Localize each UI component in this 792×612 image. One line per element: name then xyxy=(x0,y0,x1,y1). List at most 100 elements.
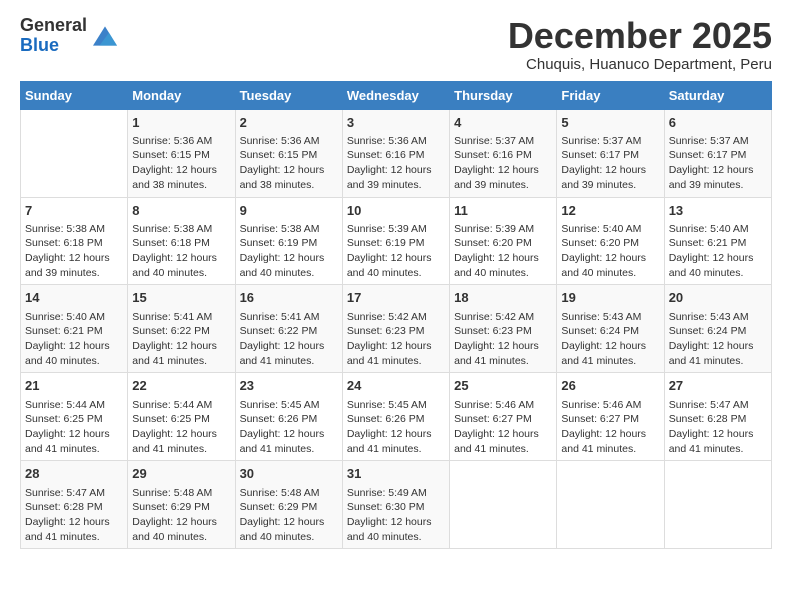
day-number: 13 xyxy=(669,202,767,220)
week-row-3: 14 Sunrise: 5:40 AMSunset: 6:21 PMDayligh… xyxy=(21,285,772,373)
day-number: 17 xyxy=(347,289,445,307)
day-info: Sunrise: 5:41 AMSunset: 6:22 PMDaylight:… xyxy=(240,310,338,369)
day-number: 2 xyxy=(240,114,338,132)
day-number: 25 xyxy=(454,377,552,395)
calendar-cell: 1 Sunrise: 5:36 AMSunset: 6:15 PMDaylight… xyxy=(128,109,235,197)
column-header-monday: Monday xyxy=(128,81,235,109)
calendar-cell: 27 Sunrise: 5:47 AMSunset: 6:28 PMDayligh… xyxy=(664,373,771,461)
calendar-cell: 16 Sunrise: 5:41 AMSunset: 6:22 PMDayligh… xyxy=(235,285,342,373)
day-info: Sunrise: 5:41 AMSunset: 6:22 PMDaylight:… xyxy=(132,310,230,369)
calendar-cell: 9Sunrise: 5:38 AMSunset: 6:19 PMDaylight… xyxy=(235,197,342,285)
calendar-cell xyxy=(664,461,771,549)
day-info: Sunrise: 5:36 AMSunset: 6:16 PMDaylight:… xyxy=(347,134,445,193)
day-info: Sunrise: 5:37 AMSunset: 6:17 PMDaylight:… xyxy=(561,134,659,193)
calendar-cell xyxy=(21,109,128,197)
calendar-cell xyxy=(450,461,557,549)
calendar-cell: 17 Sunrise: 5:42 AMSunset: 6:23 PMDayligh… xyxy=(342,285,449,373)
calendar-cell: 29Sunrise: 5:48 AMSunset: 6:29 PMDayligh… xyxy=(128,461,235,549)
column-header-friday: Friday xyxy=(557,81,664,109)
calendar-cell: 5 Sunrise: 5:37 AMSunset: 6:17 PMDaylight… xyxy=(557,109,664,197)
day-info: Sunrise: 5:39 AMSunset: 6:19 PMDaylight:… xyxy=(347,222,445,281)
calendar-cell: 12 Sunrise: 5:40 AMSunset: 6:20 PMDayligh… xyxy=(557,197,664,285)
logo-blue-text: Blue xyxy=(20,36,87,56)
day-info: Sunrise: 5:48 AMSunset: 6:29 PMDaylight:… xyxy=(240,486,338,545)
day-info: Sunrise: 5:40 AMSunset: 6:21 PMDaylight:… xyxy=(669,222,767,281)
day-number: 10 xyxy=(347,202,445,220)
day-number: 14 xyxy=(25,289,123,307)
day-info: Sunrise: 5:49 AMSunset: 6:30 PMDaylight:… xyxy=(347,486,445,545)
day-number: 7 xyxy=(25,202,123,220)
day-number: 1 xyxy=(132,114,230,132)
calendar-cell: 31 Sunrise: 5:49 AMSunset: 6:30 PMDayligh… xyxy=(342,461,449,549)
day-info: Sunrise: 5:45 AMSunset: 6:26 PMDaylight:… xyxy=(347,398,445,457)
day-number: 24 xyxy=(347,377,445,395)
header-row: SundayMondayTuesdayWednesdayThursdayFrid… xyxy=(21,81,772,109)
day-info: Sunrise: 5:44 AMSunset: 6:25 PMDaylight:… xyxy=(25,398,123,457)
day-number: 12 xyxy=(561,202,659,220)
subtitle: Chuquis, Huanuco Department, Peru xyxy=(508,56,772,73)
day-number: 6 xyxy=(669,114,767,132)
day-info: Sunrise: 5:47 AMSunset: 6:28 PMDaylight:… xyxy=(25,486,123,545)
day-info: Sunrise: 5:46 AMSunset: 6:27 PMDaylight:… xyxy=(454,398,552,457)
day-number: 23 xyxy=(240,377,338,395)
day-number: 11 xyxy=(454,202,552,220)
day-info: Sunrise: 5:42 AMSunset: 6:23 PMDaylight:… xyxy=(454,310,552,369)
title-block: December 2025 Chuquis, Huanuco Departmen… xyxy=(508,16,772,73)
calendar-cell: 8 Sunrise: 5:38 AMSunset: 6:18 PMDaylight… xyxy=(128,197,235,285)
day-number: 31 xyxy=(347,465,445,483)
calendar-cell: 13 Sunrise: 5:40 AMSunset: 6:21 PMDayligh… xyxy=(664,197,771,285)
calendar-cell: 15 Sunrise: 5:41 AMSunset: 6:22 PMDayligh… xyxy=(128,285,235,373)
week-row-2: 7 Sunrise: 5:38 AMSunset: 6:18 PMDaylight… xyxy=(21,197,772,285)
calendar-cell: 21 Sunrise: 5:44 AMSunset: 6:25 PMDayligh… xyxy=(21,373,128,461)
day-number: 8 xyxy=(132,202,230,220)
logo: General Blue xyxy=(20,16,117,56)
calendar-cell: 22 Sunrise: 5:44 AMSunset: 6:25 PMDayligh… xyxy=(128,373,235,461)
day-number: 18 xyxy=(454,289,552,307)
calendar-cell: 10 Sunrise: 5:39 AMSunset: 6:19 PMDayligh… xyxy=(342,197,449,285)
day-info: Sunrise: 5:39 AMSunset: 6:20 PMDaylight:… xyxy=(454,222,552,281)
day-number: 30 xyxy=(240,465,338,483)
day-info: Sunrise: 5:43 AMSunset: 6:24 PMDaylight:… xyxy=(561,310,659,369)
day-info: Sunrise: 5:47 AMSunset: 6:28 PMDaylight:… xyxy=(669,398,767,457)
calendar-cell xyxy=(557,461,664,549)
day-number: 28 xyxy=(25,465,123,483)
calendar-cell: 3Sunrise: 5:36 AMSunset: 6:16 PMDaylight… xyxy=(342,109,449,197)
calendar-cell: 14 Sunrise: 5:40 AMSunset: 6:21 PMDayligh… xyxy=(21,285,128,373)
day-number: 29 xyxy=(132,465,230,483)
day-info: Sunrise: 5:36 AMSunset: 6:15 PMDaylight:… xyxy=(240,134,338,193)
calendar-cell: 7Sunrise: 5:38 AMSunset: 6:18 PMDaylight… xyxy=(21,197,128,285)
day-number: 21 xyxy=(25,377,123,395)
calendar-cell: 18 Sunrise: 5:42 AMSunset: 6:23 PMDayligh… xyxy=(450,285,557,373)
day-info: Sunrise: 5:42 AMSunset: 6:23 PMDaylight:… xyxy=(347,310,445,369)
logo-icon xyxy=(93,26,117,46)
calendar-cell: 4Sunrise: 5:37 AMSunset: 6:16 PMDaylight… xyxy=(450,109,557,197)
day-info: Sunrise: 5:38 AMSunset: 6:18 PMDaylight:… xyxy=(132,222,230,281)
day-number: 5 xyxy=(561,114,659,132)
column-header-saturday: Saturday xyxy=(664,81,771,109)
day-number: 9 xyxy=(240,202,338,220)
calendar-cell: 26Sunrise: 5:46 AMSunset: 6:27 PMDayligh… xyxy=(557,373,664,461)
day-number: 20 xyxy=(669,289,767,307)
column-header-sunday: Sunday xyxy=(21,81,128,109)
day-info: Sunrise: 5:45 AMSunset: 6:26 PMDaylight:… xyxy=(240,398,338,457)
calendar-cell: 23 Sunrise: 5:45 AMSunset: 6:26 PMDayligh… xyxy=(235,373,342,461)
day-info: Sunrise: 5:37 AMSunset: 6:17 PMDaylight:… xyxy=(669,134,767,193)
day-number: 26 xyxy=(561,377,659,395)
day-info: Sunrise: 5:44 AMSunset: 6:25 PMDaylight:… xyxy=(132,398,230,457)
day-number: 16 xyxy=(240,289,338,307)
calendar-cell: 24 Sunrise: 5:45 AMSunset: 6:26 PMDayligh… xyxy=(342,373,449,461)
calendar-table: SundayMondayTuesdayWednesdayThursdayFrid… xyxy=(20,81,772,550)
calendar-cell: 19Sunrise: 5:43 AMSunset: 6:24 PMDayligh… xyxy=(557,285,664,373)
column-header-thursday: Thursday xyxy=(450,81,557,109)
day-number: 27 xyxy=(669,377,767,395)
calendar-cell: 11 Sunrise: 5:39 AMSunset: 6:20 PMDayligh… xyxy=(450,197,557,285)
day-info: Sunrise: 5:40 AMSunset: 6:20 PMDaylight:… xyxy=(561,222,659,281)
day-info: Sunrise: 5:40 AMSunset: 6:21 PMDaylight:… xyxy=(25,310,123,369)
day-info: Sunrise: 5:36 AMSunset: 6:15 PMDaylight:… xyxy=(132,134,230,193)
day-number: 22 xyxy=(132,377,230,395)
calendar-cell: 25 Sunrise: 5:46 AMSunset: 6:27 PMDayligh… xyxy=(450,373,557,461)
main-title: December 2025 xyxy=(508,16,772,56)
week-row-1: 1 Sunrise: 5:36 AMSunset: 6:15 PMDaylight… xyxy=(21,109,772,197)
calendar-cell: 28 Sunrise: 5:47 AMSunset: 6:28 PMDayligh… xyxy=(21,461,128,549)
day-number: 15 xyxy=(132,289,230,307)
